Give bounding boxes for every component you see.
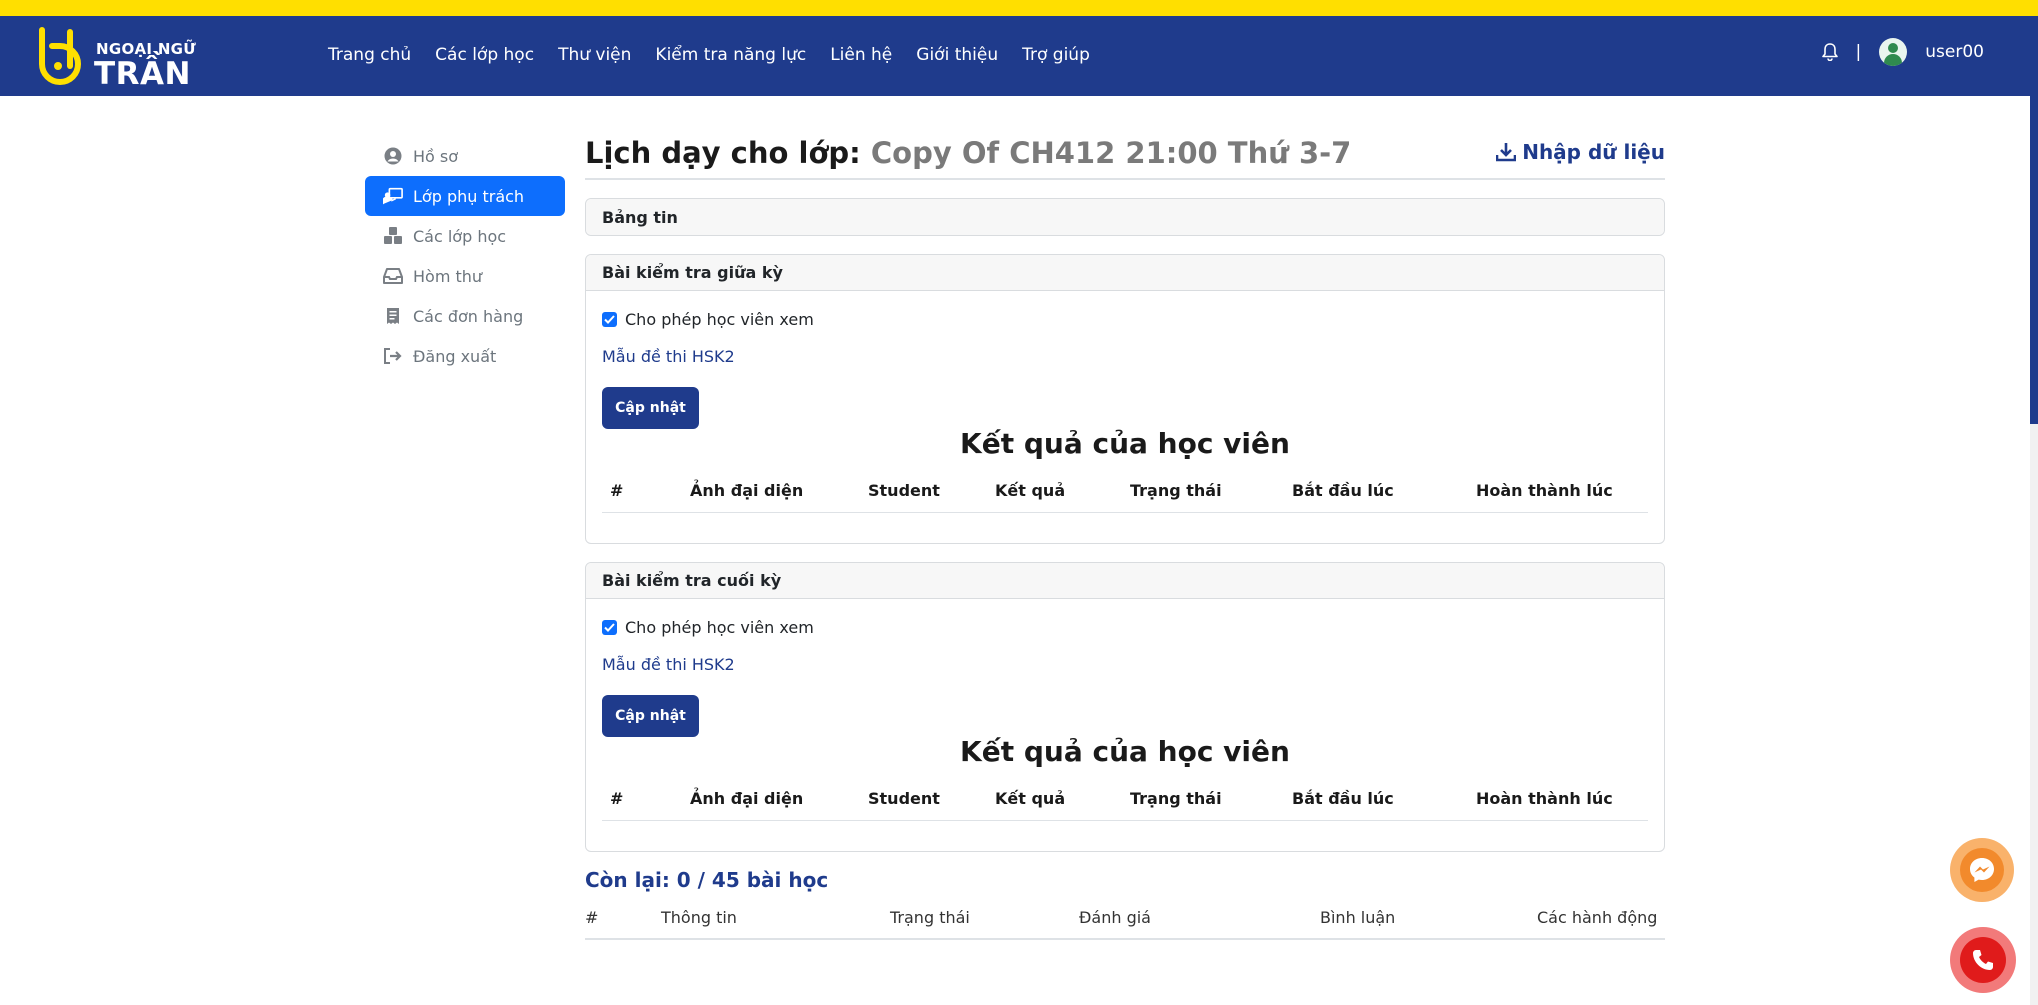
column-header-actions[interactable]: Các hành động [1537,908,1657,927]
final-results-title: Kết quả của học viên [960,735,1290,768]
final-card: Bài kiểm tra cuối kỳ Cho phép học viên x… [585,562,1665,852]
midterm-card: Bài kiểm tra giữa kỳ Cho phép học viên x… [585,254,1665,544]
import-data-button[interactable]: Nhập dữ liệu [1496,140,1665,164]
column-header-avatar[interactable]: Ảnh đại diện [690,481,803,500]
column-header-index[interactable]: # [585,908,598,927]
user-area: | user00 [1821,38,1984,66]
sidebar-item-assigned-classes[interactable]: Lớp phụ trách [365,176,565,216]
scrollbar-thumb[interactable] [2030,16,2038,424]
midterm-results-table-header: # Ảnh đại diện Student Kết quả Trạng thá… [602,471,1648,513]
column-header-student[interactable]: Student [868,789,940,808]
sidebar-item-logout[interactable]: Đăng xuất [365,336,565,376]
final-allow-view-row: Cho phép học viên xem [602,615,1648,639]
nav-item-library[interactable]: Thư viện [558,45,631,65]
sidebar-item-orders[interactable]: Các đơn hàng [365,296,565,336]
final-card-header[interactable]: Bài kiểm tra cuối kỳ [586,563,1664,599]
column-header-student[interactable]: Student [868,481,940,500]
sidebar-item-label: Lớp phụ trách [413,186,525,206]
sidebar-item-label: Các đơn hàng [413,306,524,326]
final-update-button[interactable]: Cập nhật [602,695,699,737]
username[interactable]: user00 [1925,42,1984,62]
column-header-result[interactable]: Kết quả [995,789,1065,808]
sidebar-item-label: Đăng xuất [413,346,497,366]
nav-item-classes[interactable]: Các lớp học [435,45,534,65]
final-card-body: Cho phép học viên xem Mẫu đề thi HSK2 Cậ… [586,599,1664,851]
midterm-card-header[interactable]: Bài kiểm tra giữa kỳ [586,255,1664,291]
column-header-comments[interactable]: Bình luận [1320,908,1395,927]
final-results-table-header: # Ảnh đại diện Student Kết quả Trạng thá… [602,779,1648,821]
lessons-remaining: Còn lại: 0 / 45 bài học [585,868,829,892]
download-icon [1496,143,1517,162]
column-header-completed-at[interactable]: Hoàn thành lúc [1476,481,1613,500]
nav-item-help[interactable]: Trợ giúp [1022,45,1090,65]
top-navbar: NGOẠI NGỮ TRẦN DUNG Trang chủ Các lớp họ… [0,16,2030,128]
messenger-icon [1970,858,1994,882]
column-header-status[interactable]: Trạng thái [1130,481,1222,500]
final-sample-exam-link[interactable]: Mẫu đề thi HSK2 [602,655,1648,679]
page-title-prefix: Lịch dạy cho lớp: [585,136,861,170]
column-header-index[interactable]: # [610,789,623,808]
page-header: Lịch dạy cho lớp: Copy Of CH412 21:00 Th… [585,132,1665,180]
main-menu: Trang chủ Các lớp học Thư viện Kiểm tra … [328,45,1090,65]
column-header-index[interactable]: # [610,481,623,500]
teacher-board-icon [383,186,403,206]
final-allow-view-checkbox[interactable] [602,619,617,635]
avatar[interactable] [1879,38,1908,66]
brand-logo[interactable]: NGOẠI NGỮ TRẦN DUNG [34,24,294,128]
sidebar-item-label: Hòm thư [413,266,483,286]
midterm-sample-exam-link[interactable]: Mẫu đề thi HSK2 [602,347,1648,371]
final-allow-view-label[interactable]: Cho phép học viên xem [625,618,814,637]
column-header-avatar[interactable]: Ảnh đại diện [690,789,803,808]
import-data-label: Nhập dữ liệu [1522,140,1665,164]
sidebar-item-label: Các lớp học [413,226,507,246]
news-card-header[interactable]: Bảng tin [586,199,1664,235]
call-button[interactable] [1950,927,2016,993]
nav-item-about[interactable]: Giới thiệu [916,45,998,65]
account-sidebar: Hồ sơ Lớp phụ trách Các lớp học Hòm thư … [365,136,565,376]
logo-mark-icon [39,27,81,85]
sidebar-item-inbox[interactable]: Hòm thư [365,256,565,296]
column-header-rating[interactable]: Đánh giá [1079,908,1151,927]
sidebar-item-profile[interactable]: Hồ sơ [365,136,565,176]
nav-item-placement-test[interactable]: Kiểm tra năng lực [655,45,806,65]
class-name: Copy Of CH412 21:00 Thứ 3-7 [870,136,1352,170]
midterm-update-button[interactable]: Cập nhật [602,387,699,429]
lessons-table-header: # Thông tin Trạng thái Đánh giá Bình luậ… [585,898,1665,940]
column-header-info[interactable]: Thông tin [661,908,737,927]
top-accent-strip [0,0,2038,16]
sidebar-item-classes[interactable]: Các lớp học [365,216,565,256]
inbox-icon [383,266,403,286]
brand-big-text: TRẦN DUNG [94,56,199,128]
midterm-card-body: Cho phép học viên xem Mẫu đề thi HSK2 Cậ… [586,291,1664,543]
messenger-button[interactable] [1950,838,2014,902]
midterm-allow-view-label[interactable]: Cho phép học viên xem [625,310,814,329]
sidebar-item-label: Hồ sơ [413,146,459,166]
midterm-results-title: Kết quả của học viên [960,427,1290,460]
user-circle-icon [383,146,403,166]
receipt-icon [383,306,403,326]
sign-out-icon [383,346,403,366]
phone-icon [1973,950,1993,970]
main-content: Lịch dạy cho lớp: Copy Of CH412 21:00 Th… [585,132,1665,940]
nav-separator: | [1855,42,1862,62]
column-header-status[interactable]: Trạng thái [1130,789,1222,808]
column-header-started-at[interactable]: Bắt đầu lúc [1292,789,1394,808]
nav-item-contact[interactable]: Liên hệ [830,45,892,65]
bell-icon[interactable] [1821,43,1838,61]
column-header-result[interactable]: Kết quả [995,481,1065,500]
nav-item-home[interactable]: Trang chủ [328,45,411,65]
page-title: Lịch dạy cho lớp: Copy Of CH412 21:00 Th… [585,136,1351,170]
column-header-completed-at[interactable]: Hoàn thành lúc [1476,789,1613,808]
column-header-started-at[interactable]: Bắt đầu lúc [1292,481,1394,500]
column-header-status[interactable]: Trạng thái [890,908,970,927]
cubes-icon [383,226,403,246]
midterm-allow-view-checkbox[interactable] [602,311,617,327]
midterm-allow-view-row: Cho phép học viên xem [602,307,1648,331]
news-card: Bảng tin [585,198,1665,236]
